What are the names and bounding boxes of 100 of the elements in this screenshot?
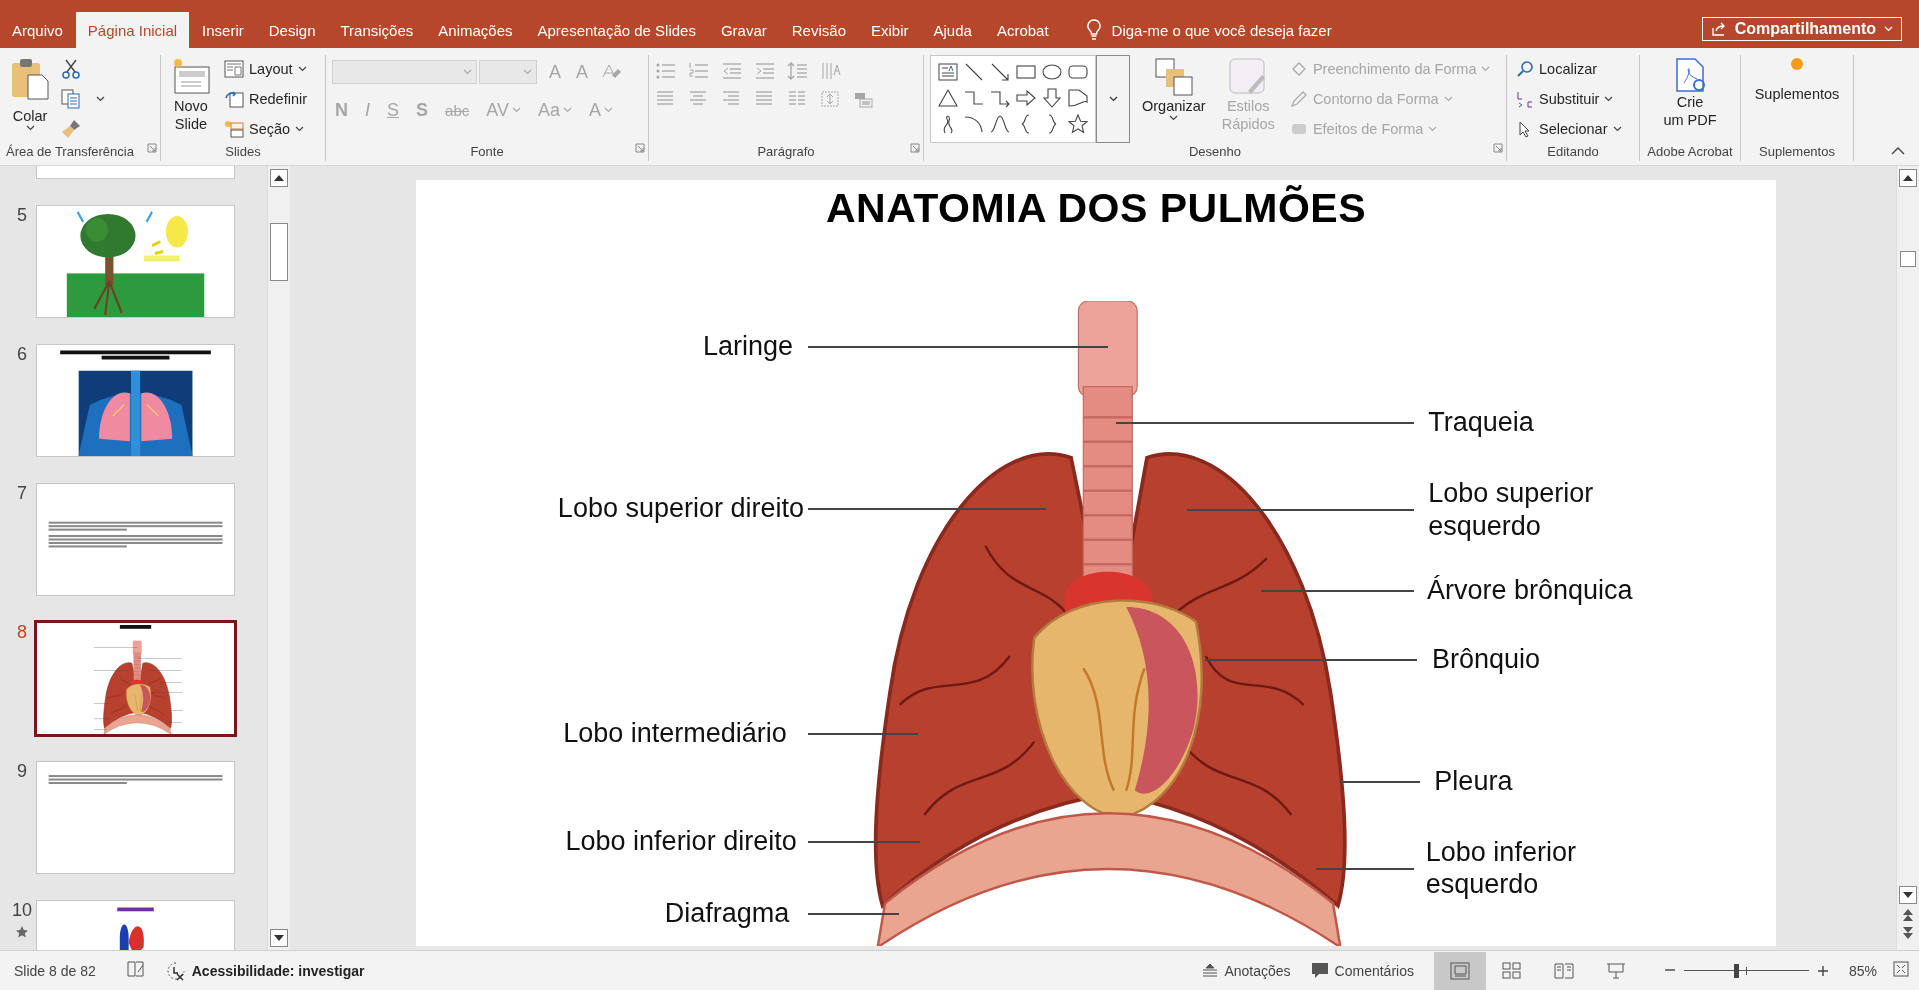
view-button[interactable]: [1433, 951, 1486, 990]
gallery-more-button[interactable]: [1096, 55, 1130, 143]
curve-icon[interactable]: [989, 113, 1011, 135]
replace-icon: [1516, 90, 1534, 108]
comment-icon: [1310, 961, 1329, 980]
dot-icon: [1790, 57, 1804, 71]
ribbon-tab[interactable]: Apresentação de Slides: [525, 12, 708, 48]
zoom-in-icon[interactable]: [1816, 964, 1829, 977]
slide-number: 6: [17, 344, 27, 365]
search-icon: [1516, 60, 1534, 78]
next-slide-icon[interactable]: [1902, 926, 1914, 940]
ribbon-button[interactable]: Redefinir: [221, 89, 311, 109]
ribbon-tab[interactable]: Revisão: [779, 12, 858, 48]
slide-number: 7: [17, 483, 27, 504]
fit-slide-icon[interactable]: [1893, 961, 1909, 977]
arrange-button[interactable]: Organizar: [1138, 55, 1210, 143]
tell-me-field[interactable]: Diga-me o que você deseja fazer: [1111, 21, 1332, 39]
ribbon-tab[interactable]: Inserir: [190, 12, 256, 48]
shape-gallery[interactable]: [930, 55, 1096, 143]
notes-icon[interactable]: [125, 960, 146, 978]
ribbon-button[interactable]: Selecionar: [1513, 119, 1625, 139]
scissors-icon[interactable]: [60, 58, 82, 80]
slider-thumb[interactable]: [1734, 963, 1740, 978]
accessibility-icon: [165, 960, 186, 981]
up-arrow-icon: [1903, 175, 1913, 181]
pencil-icon: [1289, 90, 1308, 108]
ribbon-tab[interactable]: Design: [256, 12, 328, 48]
ribbon-tab[interactable]: Gravar: [708, 12, 779, 48]
add-ins-button[interactable]: Suplementos: [1750, 55, 1844, 143]
launcher-icon[interactable]: [147, 143, 157, 153]
ribbon-tab[interactable]: Página Inicial: [75, 12, 190, 48]
scroll-down-button[interactable]: [1899, 886, 1917, 904]
ribbon-tab[interactable]: Animações: [426, 12, 525, 48]
copy-icon[interactable]: [60, 88, 82, 110]
launcher-icon[interactable]: [910, 143, 920, 153]
block-arrow-icon[interactable]: [1015, 87, 1037, 109]
caret-icon: [511, 107, 521, 113]
slide-number: 9: [17, 761, 27, 782]
ribbon-tab[interactable]: Arquivo: [0, 12, 75, 48]
scroll-thumb[interactable]: [270, 223, 288, 281]
notes-icon: [1202, 963, 1219, 978]
caret-icon: [1443, 96, 1453, 102]
triangle-icon[interactable]: [937, 87, 959, 109]
create-pdf-button[interactable]: Crie um PDF: [1659, 55, 1721, 143]
font-name-field[interactable]: [332, 60, 477, 84]
callout-label: Lobo superior esquerdo: [1428, 476, 1594, 542]
caret-icon: [96, 96, 105, 102]
down-arrow-icon: [1903, 892, 1913, 898]
reading-view-icon: [1553, 961, 1574, 980]
oval-icon[interactable]: [1041, 61, 1063, 83]
snip-shape-icon[interactable]: [1067, 87, 1089, 109]
group-label: Fonte: [470, 143, 504, 161]
paste-button[interactable]: Colar: [6, 55, 54, 143]
group-label: Editando: [1547, 143, 1599, 161]
ribbon-button[interactable]: Substituir: [1513, 89, 1625, 109]
scroll-up-button[interactable]: [1899, 169, 1917, 187]
callout-label: Árvore brônquica: [1427, 573, 1633, 607]
notes-button[interactable]: Anotações: [1196, 951, 1297, 990]
caret-icon: [1884, 26, 1893, 32]
callout-label: Lobo inferior esquerdo: [1425, 835, 1576, 901]
down-arrow-icon[interactable]: [1041, 87, 1063, 109]
paintbrush-icon[interactable]: [60, 118, 82, 140]
pdf-icon: [1674, 57, 1706, 93]
ribbon-button[interactable]: Layout: [221, 59, 311, 79]
align-text-icon[interactable]: [820, 89, 841, 109]
scroll-up-button[interactable]: [270, 169, 288, 187]
comments-button[interactable]: Comentários: [1304, 951, 1420, 990]
caret-icon: [1428, 126, 1438, 132]
launcher-icon[interactable]: [1493, 143, 1503, 153]
launcher-icon[interactable]: [635, 143, 645, 153]
star-icon[interactable]: [1067, 113, 1089, 135]
ribbon-tab[interactable]: Ajuda: [921, 12, 984, 48]
ribbon-tab[interactable]: Acrobat: [984, 12, 1061, 48]
lightbulb-icon[interactable]: [1085, 19, 1102, 41]
ribbon-button[interactable]: Localizar: [1513, 59, 1625, 79]
zoom-slider[interactable]: [1683, 963, 1809, 978]
previous-slide-icon[interactable]: [1902, 908, 1914, 922]
group-label: Slides: [225, 143, 261, 161]
ribbon-tab[interactable]: Exibir: [859, 12, 921, 48]
new-slide-button[interactable]: Novo Slide: [167, 55, 215, 143]
ribbon-button[interactable]: Seção: [221, 119, 311, 139]
group-label: Suplementos: [1759, 143, 1835, 161]
caret-icon: [1612, 126, 1622, 132]
share-icon: [1710, 21, 1727, 37]
slide-thumbnail[interactable]: [34, 620, 237, 737]
collapse-icon[interactable]: [1891, 146, 1905, 155]
arc-icon[interactable]: [963, 113, 985, 135]
caret-icon: [1169, 115, 1179, 122]
caret-icon: [1604, 96, 1614, 102]
share-button[interactable]: Compartilhamento: [1701, 17, 1902, 41]
arrow-icon[interactable]: [989, 61, 1011, 83]
grid-view-icon: [1501, 961, 1522, 980]
font-size-field[interactable]: [479, 60, 537, 84]
caret-icon: [603, 107, 613, 113]
accessibility-button[interactable]: Acessibilidade: investigar: [159, 951, 371, 990]
caret-icon: [295, 126, 305, 132]
scroll-down-button[interactable]: [270, 929, 288, 947]
line-icon[interactable]: [963, 61, 985, 83]
ribbon-tab[interactable]: Transições: [328, 12, 426, 48]
scroll-thumb[interactable]: [1900, 251, 1916, 267]
